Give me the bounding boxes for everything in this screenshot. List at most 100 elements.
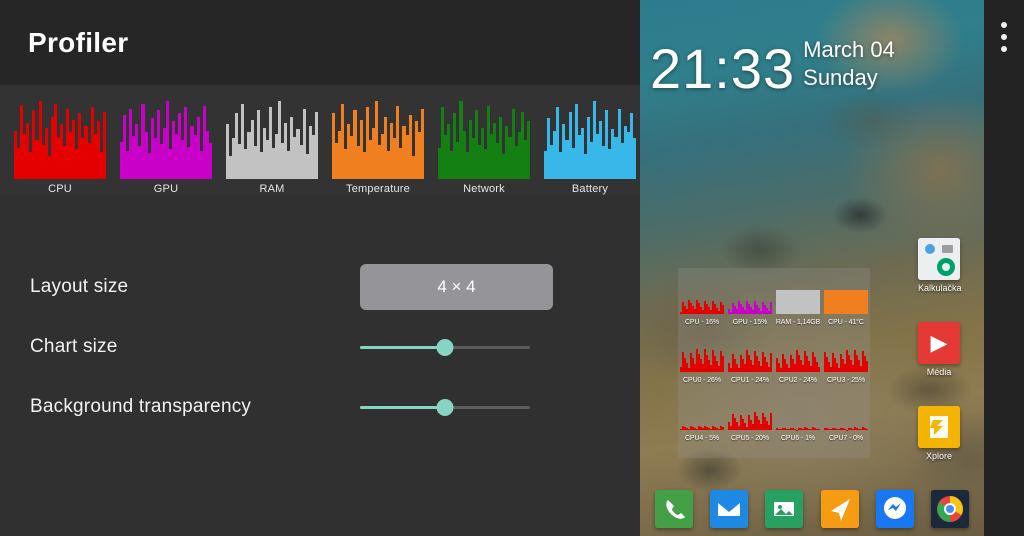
slider-chart-size[interactable]: [360, 335, 530, 359]
chart-bar: [526, 121, 530, 179]
clock-day-text: Sunday: [803, 64, 878, 90]
page-title: Profiler: [28, 26, 129, 58]
chart-bars: [544, 101, 636, 179]
overlay-cell: RAM - 1,14GB: [774, 268, 822, 326]
chart-preview-strip: CPU GPU RAM Temperature Network Battery: [0, 85, 640, 195]
chart-bars: [14, 101, 106, 179]
app-icon-kalkulačka[interactable]: Kalkulačka: [918, 238, 962, 293]
chart-label: Network: [463, 183, 505, 195]
overlay-graph: [728, 400, 772, 430]
slider-fill: [360, 405, 445, 409]
overlay-cell-label: CPU0 - 26%: [683, 377, 721, 384]
overlay-graph: [776, 342, 820, 372]
overlay-row: CPU4 - 5% CPU5 - 20% CPU6 - 1% CPU7 - 0%: [678, 384, 870, 442]
overlay-solid-bar: [776, 290, 820, 314]
layout-size-dropdown[interactable]: 4 × 4: [360, 264, 553, 310]
app-bar: Profiler: [0, 0, 640, 85]
chart-preview-temperature[interactable]: Temperature: [332, 101, 424, 195]
chart-preview-cpu[interactable]: CPU: [14, 101, 106, 195]
chart-label: GPU: [153, 183, 179, 195]
overlay-graph: [680, 400, 724, 430]
overlay-cell-label: CPU2 - 24%: [779, 377, 817, 384]
overlay-graph-bar: [770, 413, 772, 430]
overlay-row: CPU0 - 26% CPU1 - 24% CPU2 - 24% CPU3 - 25%: [678, 326, 870, 384]
phone-icon[interactable]: [654, 490, 693, 528]
clock-time: 21:33: [650, 36, 796, 100]
overlay-graph-bar: [722, 426, 724, 430]
slider-thumb[interactable]: [436, 338, 454, 356]
chart-bars: [120, 101, 212, 179]
screen: Profiler CPU GPU RAM Temperature Network Batt…: [0, 0, 1024, 536]
overlay-graph-bar: [722, 304, 724, 314]
clock-date: March 04 Sunday: [803, 36, 895, 95]
chart-bar: [102, 111, 106, 179]
chart-preview-gpu[interactable]: GPU: [120, 101, 212, 195]
overlay-graph: [728, 342, 772, 372]
slider-fill: [360, 345, 445, 349]
overlay-graph-bar: [866, 361, 868, 372]
dock: [640, 486, 984, 532]
app-icon-label: Kalkulačka: [918, 283, 962, 293]
overlay-cell: CPU5 - 20%: [726, 384, 774, 442]
overlay-cell: CPU4 - 5%: [678, 384, 726, 442]
chart-bars: [438, 101, 530, 179]
chart-label: CPU: [48, 183, 72, 195]
chart-bar: [420, 108, 424, 179]
phone-preview-panel: 21:33 March 04 Sunday CPU - 16% GPU - 15%…: [640, 0, 1024, 536]
overlay-cell: CPU0 - 26%: [678, 326, 726, 384]
overlay-graph-bar: [818, 429, 820, 430]
overlay-cell-label: CPU5 - 20%: [731, 435, 769, 442]
calculator-icon[interactable]: [918, 238, 960, 280]
chrome-icon[interactable]: [931, 490, 970, 528]
setting-label: Layout size: [30, 276, 129, 297]
chart-bars: [226, 101, 318, 179]
overlay-graph: [680, 284, 724, 314]
clock-date-text: March 04: [803, 37, 895, 62]
chart-label: Battery: [571, 183, 609, 195]
overlay-graph-bar: [722, 356, 724, 372]
overlay-cell: GPU - 15%: [726, 268, 774, 326]
settings-list: Layout size 4 × 4 Chart size Background tra…: [0, 195, 640, 437]
overlay-cell-label: CPU - 16%: [684, 319, 720, 326]
media-play-icon[interactable]: ▶: [918, 322, 960, 364]
slider-background-transparency[interactable]: [360, 395, 530, 419]
overlay-graph-bar: [818, 366, 820, 372]
email-icon[interactable]: [709, 490, 748, 528]
setting-row-chart-size: Chart size: [0, 317, 640, 377]
profiler-overlay-widget[interactable]: CPU - 16% GPU - 15% RAM - 1,14GB CPU - 41°C…: [678, 268, 870, 458]
setting-label: Background transparency: [30, 396, 252, 417]
setting-row-layout-size: Layout size 4 × 4: [0, 257, 640, 317]
overlay-graph-bar: [866, 428, 868, 430]
chart-preview-ram[interactable]: RAM: [226, 101, 318, 195]
app-icon-média[interactable]: ▶ Média: [918, 322, 960, 377]
chart-preview-battery[interactable]: Battery: [544, 101, 636, 195]
app-icon-xplore[interactable]: Xplore: [918, 406, 960, 461]
overlay-graph: [680, 342, 724, 372]
overlay-solid-bar: [824, 290, 868, 314]
chart-preview-network[interactable]: Network: [438, 101, 530, 195]
file-manager-icon[interactable]: [918, 406, 960, 448]
gallery-icon[interactable]: [765, 490, 804, 528]
setting-control: [360, 335, 640, 359]
icon-glyph: ▶: [930, 330, 948, 355]
navigation-icon[interactable]: [820, 490, 859, 528]
lockscreen-clock: 21:33 March 04 Sunday: [650, 36, 895, 100]
overlay-graph-bar: [770, 302, 772, 314]
chart-bar: [632, 138, 636, 179]
chart-bar: [314, 111, 318, 179]
chart-label: Temperature: [346, 183, 410, 195]
overlay-cell-label: CPU7 - 0%: [828, 435, 864, 442]
chart-bars: [332, 101, 424, 179]
overlay-cell-label: RAM - 1,14GB: [775, 319, 821, 326]
overlay-graph-bar: [770, 352, 772, 372]
right-side-strip: [984, 0, 1024, 536]
overlay-cell-label: CPU - 41°C: [828, 319, 864, 326]
overlay-graph: [776, 400, 820, 430]
app-icon-label: Xplore: [925, 451, 952, 461]
slider-thumb[interactable]: [436, 398, 454, 416]
setting-control: [360, 395, 640, 419]
chart-label: RAM: [259, 183, 285, 195]
messenger-icon[interactable]: [875, 490, 914, 528]
overlay-cell-label: CPU4 - 5%: [684, 435, 720, 442]
more-options-icon[interactable]: [997, 22, 1011, 52]
